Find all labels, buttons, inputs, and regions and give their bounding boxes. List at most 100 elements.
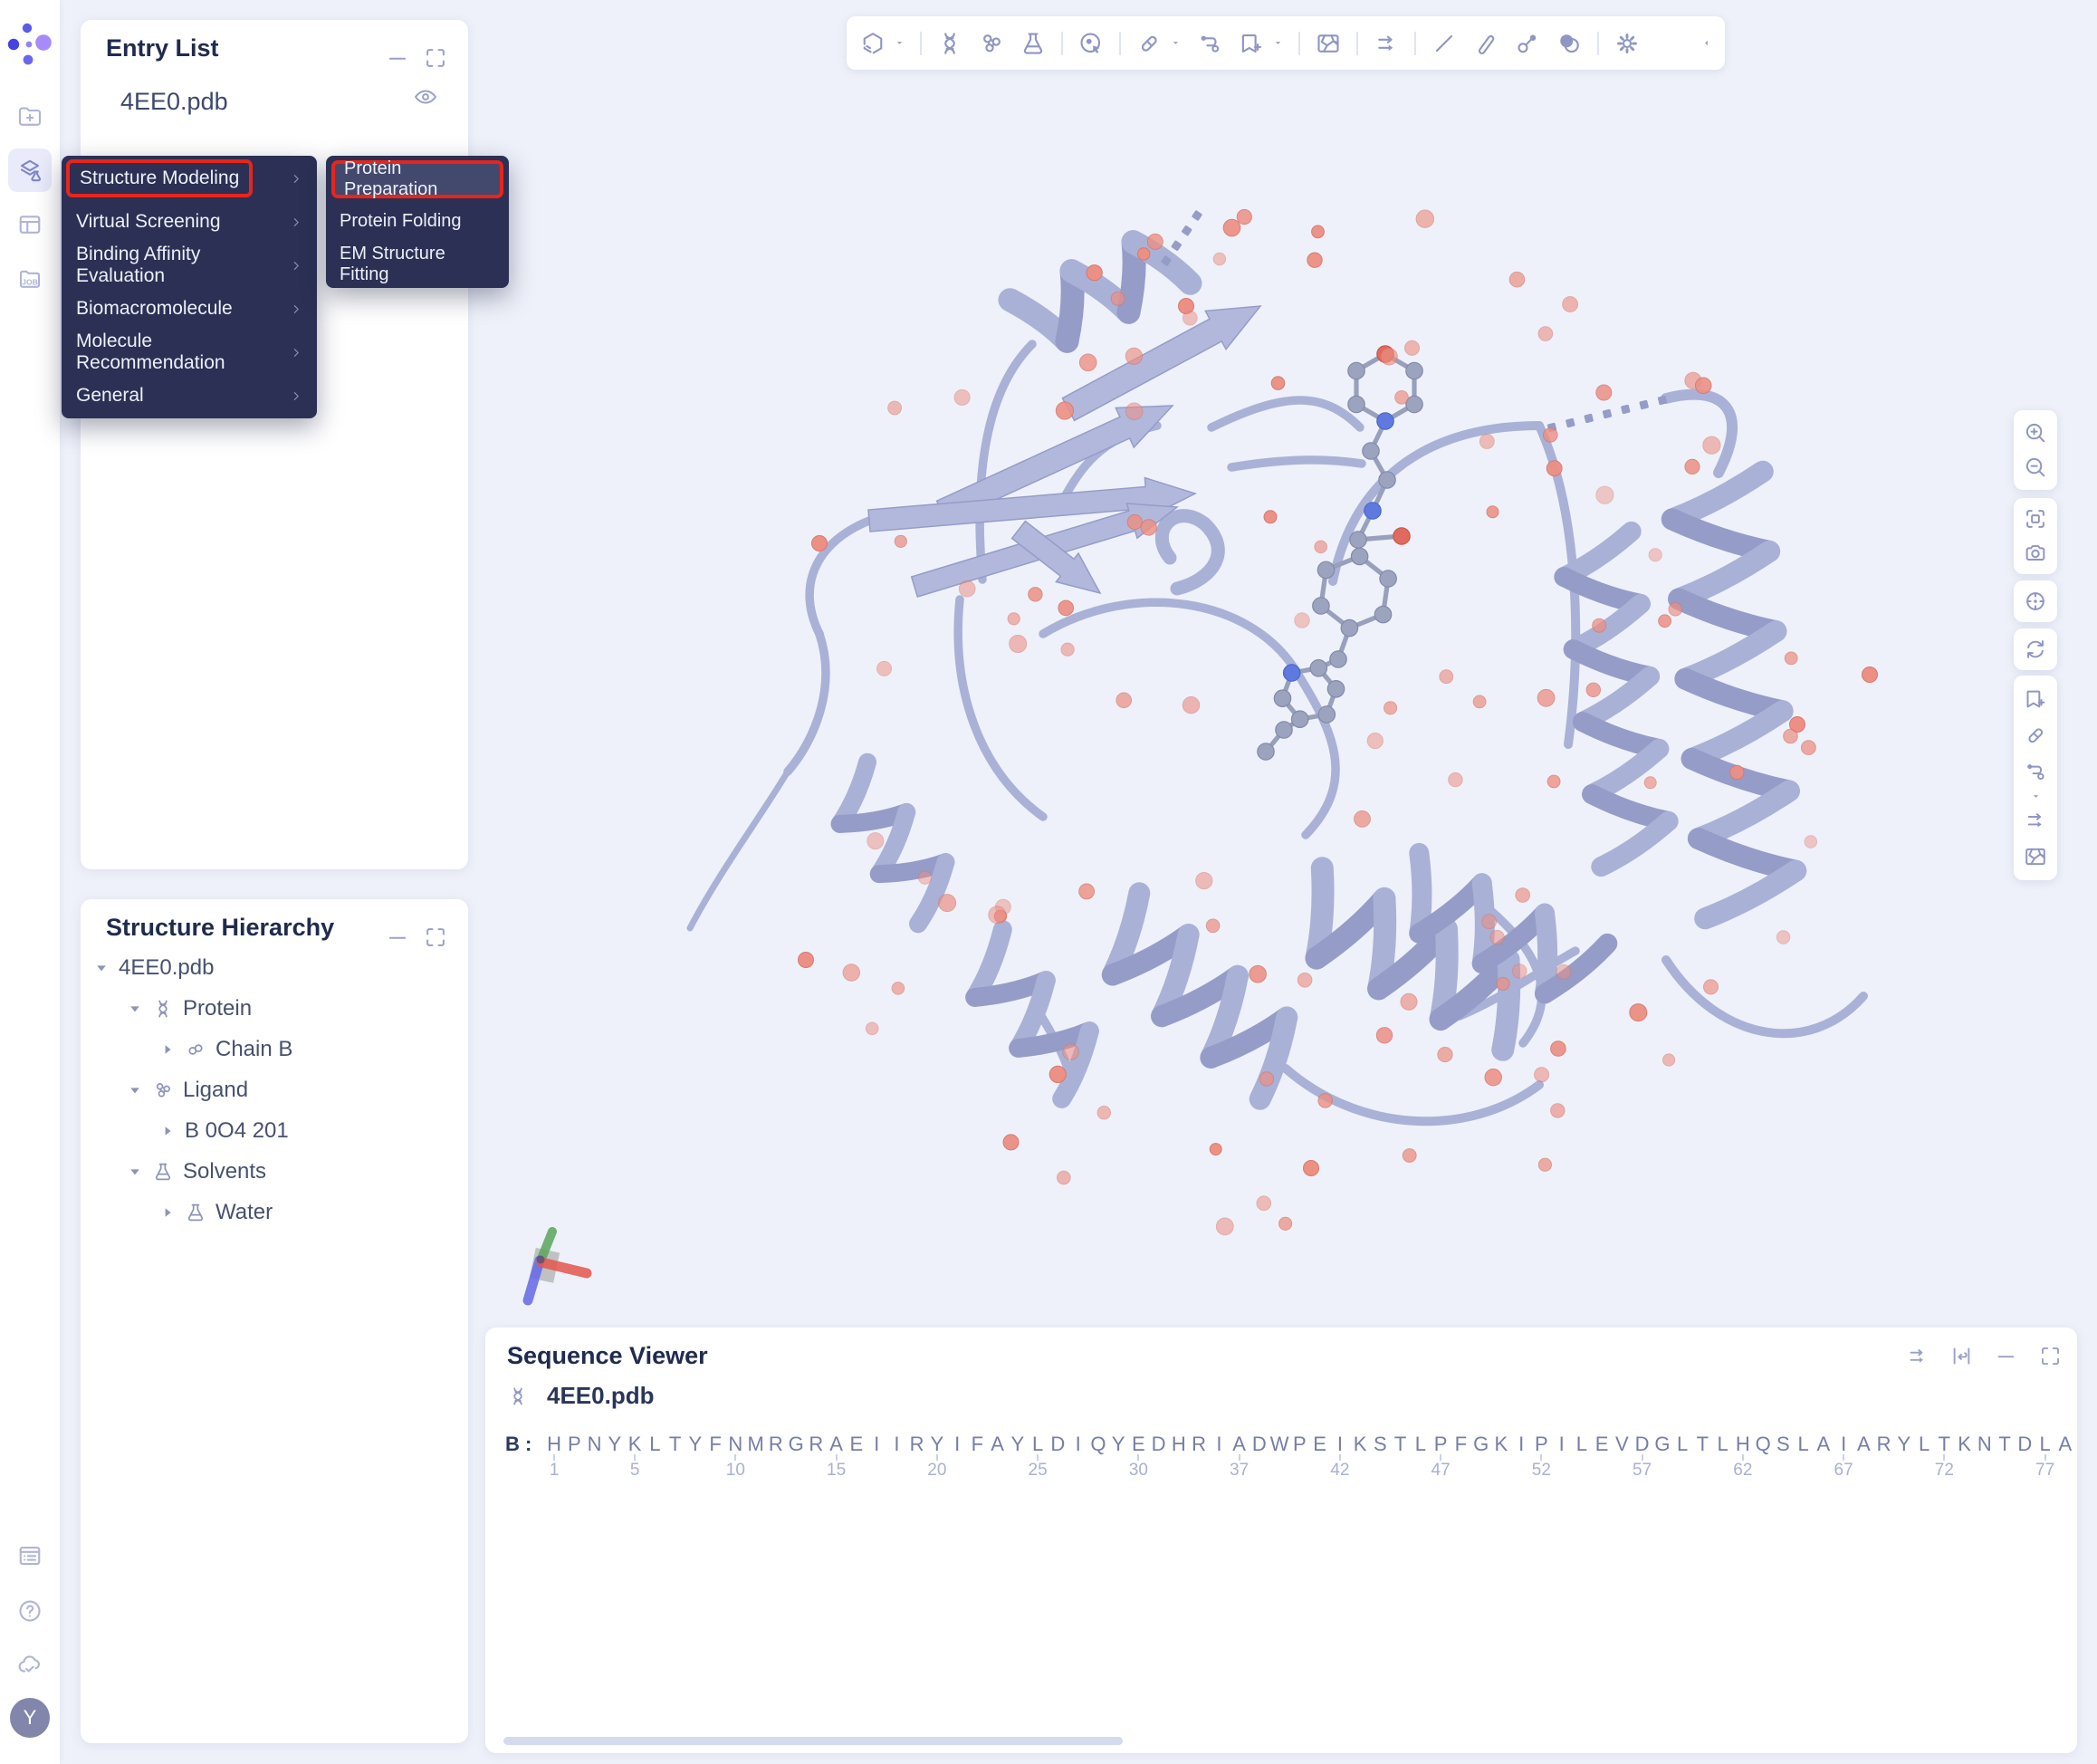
sequence-letter: L <box>1411 1433 1431 1456</box>
toolbar-image-map-button[interactable] <box>1315 30 1342 57</box>
sequence-letter: Y <box>1108 1433 1128 1456</box>
caret-down-icon[interactable] <box>129 1084 141 1097</box>
toolbar-bookmark-plus-button[interactable] <box>1238 30 1265 57</box>
submenu-item-protein-preparation[interactable]: Protein Preparation <box>331 160 503 198</box>
sidebar-item-jobs[interactable]: JOB <box>8 257 52 301</box>
toolbar-gear-button[interactable] <box>1613 30 1641 57</box>
toolbar-molecule-button[interactable] <box>978 30 1005 57</box>
menu-item-label: Molecule Recommendation <box>76 331 289 374</box>
sidebar-item-modeling-tools[interactable] <box>8 149 52 192</box>
sidebar-item-logs[interactable] <box>8 1534 52 1577</box>
sequence-tick-label: 5 <box>608 1461 662 1481</box>
toolbar-swap-arrows-button[interactable] <box>1373 30 1400 57</box>
sequence-tick <box>936 1454 938 1461</box>
caret-down-icon[interactable] <box>1170 37 1182 49</box>
eye-icon[interactable] <box>413 84 438 110</box>
toolbar-dna-button[interactable] <box>936 30 963 57</box>
menu-item-general[interactable]: General <box>62 374 317 417</box>
menu-item-biomacromolecule[interactable]: Biomacromolecule <box>62 287 317 331</box>
sequence-letter: I <box>886 1433 906 1456</box>
submenu-item-protein-folding[interactable]: Protein Folding <box>326 199 509 243</box>
toolbar-flask-button[interactable] <box>1020 30 1047 57</box>
fullscreen-icon[interactable] <box>423 925 448 950</box>
viewer-zoom-out-button[interactable] <box>2023 455 2048 480</box>
menu-item-molecule-recommendation[interactable]: Molecule Recommendation <box>62 331 317 374</box>
tree-row-chain-b[interactable]: Chain B <box>81 1029 468 1069</box>
caret-down-icon[interactable] <box>95 962 108 974</box>
toolbar-path-connector-button[interactable] <box>1196 30 1223 57</box>
chain-label: B : <box>505 1433 531 1456</box>
toolbar-ball-stick-button[interactable] <box>1514 30 1541 57</box>
caret-down-icon[interactable] <box>1272 37 1284 49</box>
sidebar-item-cloud-sync[interactable] <box>8 1644 52 1687</box>
fullscreen-icon[interactable] <box>423 45 448 71</box>
measure-capsule-icon <box>1135 30 1163 57</box>
sequence-letter: L <box>1713 1433 1733 1456</box>
caret-down-icon[interactable] <box>2030 791 2042 802</box>
caret-right-sm-icon <box>289 302 304 317</box>
fullscreen-icon <box>423 45 448 71</box>
sidebar-item-workspace-layout[interactable] <box>8 203 52 246</box>
tree-row-solvents[interactable]: Solvents <box>81 1151 468 1192</box>
caret-down-icon[interactable] <box>129 1165 141 1178</box>
caret-down-icon <box>894 37 905 49</box>
toolbar-measure-capsule-button[interactable] <box>1135 30 1163 57</box>
minimize-icon[interactable] <box>1994 1344 2018 1368</box>
tree-row-b-0o4-201[interactable]: B 0O4 201 <box>81 1110 468 1151</box>
spheres-icon <box>1556 30 1583 57</box>
viewer-focus-target-button[interactable] <box>2023 589 2048 614</box>
viewer-refresh-button[interactable] <box>2023 637 2048 662</box>
toolbar-stick-button[interactable] <box>1472 30 1499 57</box>
tree-row-4ee0-pdb[interactable]: 4EE0.pdb <box>81 947 468 988</box>
sequence-letter: D <box>1250 1433 1269 1456</box>
caret-right-icon[interactable] <box>161 1206 174 1219</box>
sequence-letter: E <box>1310 1433 1330 1456</box>
viewer-zoom-in-button[interactable] <box>2023 420 2048 446</box>
caret-down-icon[interactable] <box>894 37 905 49</box>
toolbar-line-button[interactable] <box>1431 30 1458 57</box>
tree-row-water[interactable]: Water <box>81 1192 468 1232</box>
horizontal-scrollbar[interactable] <box>503 1737 1123 1745</box>
menu-item-binding-affinity-evaluation[interactable]: Binding Affinity Evaluation <box>62 244 317 287</box>
fit-view-icon <box>2023 506 2048 532</box>
minimize-icon[interactable] <box>385 925 410 950</box>
sequence-letter: D <box>1633 1433 1652 1456</box>
toolbar-select-target-button[interactable] <box>1077 30 1105 57</box>
toolbar-spheres-button[interactable] <box>1556 30 1583 57</box>
viewer-bookmark-plus-button[interactable] <box>2023 686 2048 712</box>
menu-item-virtual-screening[interactable]: Virtual Screening <box>62 200 317 244</box>
wrap-bars-icon[interactable] <box>1949 1344 1974 1368</box>
swap-arrows-icon <box>2023 808 2048 833</box>
sidebar-item-help[interactable] <box>8 1589 52 1633</box>
tree-row-protein[interactable]: Protein <box>81 988 468 1029</box>
toolbar-divider <box>1597 32 1599 55</box>
user-avatar[interactable]: Y <box>10 1698 50 1738</box>
viewer-path-connector-button[interactable] <box>2023 759 2048 784</box>
viewer-measure-capsule-button[interactable] <box>2023 723 2048 748</box>
sequence-entry[interactable]: 4EE0.pdb <box>507 1382 654 1410</box>
sequence-letter: P <box>564 1433 584 1456</box>
entry-list-item[interactable]: 4EE0.pdb <box>81 76 468 127</box>
caret-down-icon <box>1272 37 1284 49</box>
toolbar-hexagon-ring-button[interactable] <box>859 30 886 57</box>
submenu-item-em-structure-fitting[interactable]: EM Structure Fitting <box>326 243 509 286</box>
sidebar-item-add-entry[interactable] <box>8 94 52 138</box>
submenu-item-label: Protein Folding <box>340 211 462 232</box>
caret-right-icon[interactable] <box>161 1043 174 1056</box>
image-map-icon <box>2023 844 2048 869</box>
minimize-icon[interactable] <box>385 45 410 71</box>
sequence-tick-label: 37 <box>1212 1461 1267 1481</box>
viewer-fit-view-button[interactable] <box>2023 506 2048 532</box>
path-connector-icon <box>1196 30 1223 57</box>
caret-right-icon[interactable] <box>161 1125 174 1137</box>
chevron-right-icon <box>289 345 304 360</box>
tree-row-ligand[interactable]: Ligand <box>81 1069 468 1110</box>
toolbar-collapse-button[interactable] <box>1700 37 1712 49</box>
viewer-image-map-button[interactable] <box>2023 844 2048 869</box>
swap-arrows-icon[interactable] <box>1905 1344 1929 1368</box>
caret-down-icon[interactable] <box>129 1002 141 1015</box>
fullscreen-icon[interactable] <box>2038 1344 2063 1368</box>
viewer-swap-arrows-button[interactable] <box>2023 808 2048 833</box>
viewer-camera-button[interactable] <box>2023 541 2048 566</box>
menu-item-structure-modeling[interactable]: Structure Modeling <box>62 157 317 200</box>
